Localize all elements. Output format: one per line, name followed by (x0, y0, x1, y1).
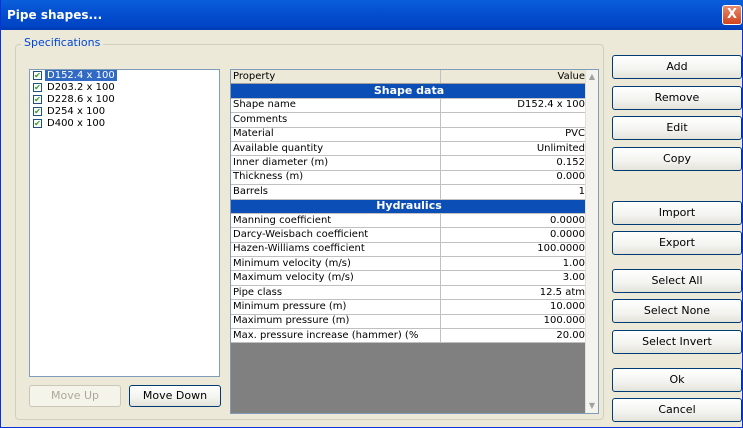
grid-property-name: Minimum velocity (m/s) (231, 256, 441, 272)
list-item[interactable]: ✔ D152.4 x 100 (30, 70, 219, 82)
grid-property-value[interactable]: 20.00 (440, 328, 588, 344)
import-button[interactable]: Import (612, 201, 742, 225)
list-item-label: D228.6 x 100 (47, 94, 115, 105)
remove-button[interactable]: Remove (612, 86, 742, 110)
grid-property-name: Maximum pressure (m) (231, 314, 441, 330)
grid-header-value: Value (440, 70, 588, 85)
grid-row[interactable]: Barrels 1 (231, 184, 588, 200)
edit-button[interactable]: Edit (612, 116, 742, 140)
list-item[interactable]: ✔ D203.2 x 100 (30, 82, 219, 94)
check-icon[interactable]: ✔ (33, 119, 42, 128)
grid-property-value[interactable] (440, 112, 588, 128)
list-item[interactable]: ✔ D254 x 100 (30, 106, 219, 118)
list-item[interactable]: ✔ D228.6 x 100 (30, 94, 219, 106)
check-icon[interactable]: ✔ (33, 95, 42, 104)
grid-row[interactable]: Minimum pressure (m) 10.000 (231, 299, 588, 315)
grid-property-value[interactable]: 3.00 (440, 270, 588, 286)
grid-property-name: Manning coefficient (231, 213, 441, 229)
grid-row[interactable]: Darcy-Weisbach coefficient 0.0000 (231, 227, 588, 243)
list-item[interactable]: ✔ D400 x 100 (30, 118, 219, 130)
grid-property-name: Comments (231, 112, 441, 128)
grid-row[interactable]: Hazen-Williams coefficient 100.0000 (231, 242, 588, 258)
select-invert-button[interactable]: Select Invert (612, 330, 742, 354)
grid-row[interactable]: Pipe class 12.5 atm (231, 285, 588, 301)
grid-property-name: Thickness (m) (231, 170, 441, 186)
window-title: Pipe shapes... (7, 8, 103, 22)
scroll-down-arrow-icon[interactable]: ▼ (586, 400, 598, 412)
select-none-button[interactable]: Select None (612, 299, 742, 323)
grid-property-value[interactable]: 100.000 (440, 314, 588, 330)
grid-property-value[interactable]: 0.000 (440, 170, 588, 186)
grid-row[interactable]: Minimum velocity (m/s) 1.00 (231, 256, 588, 272)
grid-property-name: Maximum velocity (m/s) (231, 270, 441, 286)
grid-header-row: Property Value (231, 70, 588, 85)
grid-row[interactable]: Maximum velocity (m/s) 3.00 (231, 270, 588, 286)
close-button[interactable]: X (722, 5, 742, 25)
grid-property-name: Darcy-Weisbach coefficient (231, 227, 441, 243)
grid-property-name: Material (231, 127, 441, 142)
copy-button[interactable]: Copy (612, 147, 742, 171)
grid-property-value[interactable]: 0.0000 (440, 213, 588, 229)
grid-property-value[interactable]: 1.00 (440, 256, 588, 272)
shape-list[interactable]: ✔ D152.4 x 100 ✔ D203.2 x 100 ✔ D228.6 x 100 ✔… (29, 69, 220, 377)
grid-scrollbar[interactable]: ▲ ▼ (585, 70, 598, 413)
grid-property-name: Hazen-Williams coefficient (231, 242, 441, 258)
grid-row[interactable]: Shape name D152.4 x 100 (231, 98, 588, 114)
grid-property-value[interactable]: 12.5 atm (440, 285, 588, 301)
grid-section-title: Hydraulics (231, 199, 588, 214)
check-icon[interactable]: ✔ (33, 71, 42, 80)
grid-property-name: Barrels (231, 184, 441, 200)
cancel-button[interactable]: Cancel (612, 398, 742, 422)
grid-property-name: Shape name (231, 98, 441, 114)
check-icon[interactable]: ✔ (33, 107, 42, 116)
grid-section-header: Hydraulics (231, 199, 588, 214)
grid-property-name: Inner diameter (m) (231, 155, 441, 171)
add-button[interactable]: Add (612, 55, 742, 79)
scroll-up-arrow-icon[interactable]: ▲ (586, 71, 598, 83)
check-icon[interactable]: ✔ (33, 83, 42, 92)
title-bar[interactable]: Pipe shapes... X (1, 0, 743, 30)
export-button[interactable]: Export (612, 231, 742, 255)
grid-property-value[interactable]: Unlimited (440, 141, 588, 157)
list-item-label: D203.2 x 100 (47, 82, 115, 93)
grid-row[interactable]: Manning coefficient 0.0000 (231, 213, 588, 229)
ok-button[interactable]: Ok (612, 368, 742, 392)
specifications-group-label: Specifications (21, 36, 104, 49)
list-item-label: D400 x 100 (47, 118, 106, 129)
grid-property-value[interactable]: PVC (440, 127, 588, 142)
list-item-label: D254 x 100 (47, 106, 106, 117)
grid-row[interactable]: Available quantity Unlimited (231, 141, 588, 157)
grid-row[interactable]: Material PVC (231, 127, 588, 142)
grid-property-name: Pipe class (231, 285, 441, 301)
grid-row[interactable]: Thickness (m) 0.000 (231, 170, 588, 186)
select-all-button[interactable]: Select All (612, 269, 742, 293)
property-grid[interactable]: Property Value Shape data Shape name D152.… (230, 69, 599, 414)
pipe-shapes-dialog: Pipe shapes... X Specifications ✔ D152.4 … (0, 0, 743, 428)
grid-property-name: Available quantity (231, 141, 441, 157)
grid-section-header: Shape data (231, 83, 588, 99)
grid-row[interactable]: Maximum pressure (m) 100.000 (231, 314, 588, 330)
grid-property-value[interactable]: 10.000 (440, 299, 588, 315)
grid-property-value[interactable]: 0.0000 (440, 227, 588, 243)
grid-section-title: Shape data (231, 83, 588, 99)
grid-row[interactable]: Inner diameter (m) 0.152 (231, 155, 588, 171)
grid-property-value[interactable]: 0.152 (440, 155, 588, 171)
move-down-button[interactable]: Move Down (129, 385, 221, 407)
grid-property-value[interactable]: 1 (440, 184, 588, 200)
grid-property-value[interactable]: D152.4 x 100 (440, 98, 588, 114)
move-up-button[interactable]: Move Up (29, 385, 121, 407)
grid-header-property: Property (231, 70, 441, 85)
close-icon: X (726, 7, 738, 22)
grid-property-name: Max. pressure increase (hammer) (% (231, 328, 441, 344)
grid-property-value[interactable]: 100.0000 (440, 242, 588, 258)
grid-row[interactable]: Comments (231, 112, 588, 128)
grid-property-name: Minimum pressure (m) (231, 299, 441, 315)
grid-row[interactable]: Max. pressure increase (hammer) (% 20.00 (231, 328, 588, 344)
list-item-label: D152.4 x 100 (45, 70, 117, 81)
